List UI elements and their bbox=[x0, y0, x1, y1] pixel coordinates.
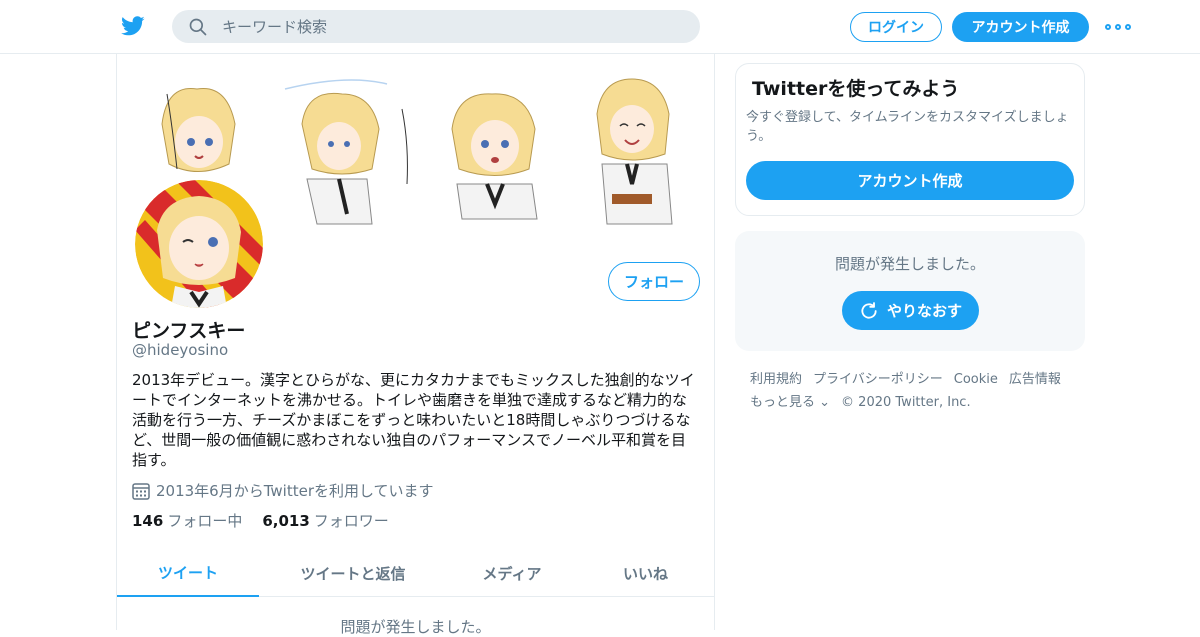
footer-row-2: もっと見る ⌄ © 2020 Twitter, Inc. bbox=[750, 391, 1080, 414]
tab-likes[interactable]: いいね bbox=[577, 550, 714, 597]
profile-tabs: ツイート ツイートと返信 メディア いいね bbox=[117, 550, 714, 597]
refresh-icon bbox=[861, 301, 877, 319]
tab-media[interactable]: メディア bbox=[447, 550, 577, 597]
signup-card-title: Twitterを使ってみよう bbox=[752, 78, 960, 100]
followers-label: フォロワー bbox=[313, 512, 389, 530]
profile-stats: 146 フォロー中 6,013 フォロワー bbox=[132, 510, 409, 531]
footer-link-privacy[interactable]: プライバシーポリシー bbox=[813, 372, 943, 387]
footer-row-1: 利用規約 プライバシーポリシー Cookie 広告情報 bbox=[750, 368, 1080, 391]
dot bbox=[1125, 24, 1131, 30]
signup-card: Twitterを使ってみよう 今すぐ登録して、タイムラインをカスタマイズしましょ… bbox=[735, 63, 1085, 216]
profile-avatar[interactable] bbox=[131, 176, 267, 312]
footer-copyright: © 2020 Twitter, Inc. bbox=[841, 395, 971, 410]
signup-button[interactable]: アカウント作成 bbox=[952, 12, 1089, 42]
top-navigation-bar: ログイン アカウント作成 bbox=[0, 0, 1200, 54]
follow-button[interactable]: フォロー bbox=[608, 262, 700, 301]
more-options-icon[interactable] bbox=[1105, 18, 1131, 36]
footer-link-ads-info[interactable]: 広告情報 bbox=[1009, 372, 1061, 387]
followers-stat[interactable]: 6,013 フォロワー bbox=[262, 510, 388, 531]
footer-more-label: もっと見る bbox=[750, 395, 816, 410]
footer-links: 利用規約 プライバシーポリシー Cookie 広告情報 もっと見る ⌄ © 2020 T… bbox=[750, 368, 1080, 414]
search-icon bbox=[189, 18, 207, 36]
calendar-icon bbox=[132, 482, 150, 500]
footer-link-more[interactable]: もっと見る ⌄ bbox=[750, 395, 830, 410]
search-box[interactable] bbox=[172, 10, 700, 43]
sidebar-error-message: 問題が発生しました。 bbox=[834, 255, 985, 273]
following-stat[interactable]: 146 フォロー中 bbox=[132, 510, 242, 531]
join-date-text: 2013年6月からTwitterを利用しています bbox=[156, 482, 434, 500]
footer-link-cookie[interactable]: Cookie bbox=[954, 372, 998, 387]
search-input[interactable] bbox=[222, 10, 682, 43]
following-count: 146 bbox=[132, 512, 164, 530]
sidebar-error-card: 問題が発生しました。 やりなおす bbox=[735, 231, 1085, 351]
profile-bio: 2013年デビュー。漢字とひらがな、更にカタカナまでもミックスした独創的なツイー… bbox=[132, 371, 695, 469]
following-label: フォロー中 bbox=[167, 512, 243, 530]
character-2 bbox=[284, 79, 408, 225]
profile-name: ピンフスキー bbox=[132, 320, 246, 342]
followers-count: 6,013 bbox=[262, 512, 310, 530]
tab-tweets-and-replies[interactable]: ツイートと返信 bbox=[259, 550, 447, 597]
footer-link-terms[interactable]: 利用規約 bbox=[750, 372, 802, 387]
dot bbox=[1105, 24, 1111, 30]
twitter-bird-logo-icon[interactable] bbox=[120, 14, 146, 38]
tab-tweets[interactable]: ツイート bbox=[117, 550, 259, 597]
character-3 bbox=[451, 93, 538, 220]
profile-column: フォロー ピンフスキー @hideyosino 2013年デビュー。漢字とひらが… bbox=[116, 54, 715, 636]
retry-button[interactable]: やりなおす bbox=[842, 291, 979, 330]
join-date: 2013年6月からTwitterを利用しています bbox=[132, 480, 434, 501]
dot bbox=[1115, 24, 1121, 30]
avatar-illustration bbox=[135, 180, 263, 308]
login-button[interactable]: ログイン bbox=[850, 12, 942, 42]
character-1 bbox=[161, 87, 236, 172]
feed-error-message: 問題が発生しました。 bbox=[340, 618, 491, 636]
profile-handle[interactable]: @hideyosino bbox=[132, 341, 228, 359]
signup-card-button[interactable]: アカウント作成 bbox=[746, 161, 1074, 200]
retry-label: やりなおす bbox=[886, 302, 962, 320]
character-4 bbox=[596, 78, 673, 225]
chevron-down-icon: ⌄ bbox=[815, 395, 831, 410]
signup-card-description: 今すぐ登録して、タイムラインをカスタマイズしましょう。 bbox=[746, 110, 1069, 144]
